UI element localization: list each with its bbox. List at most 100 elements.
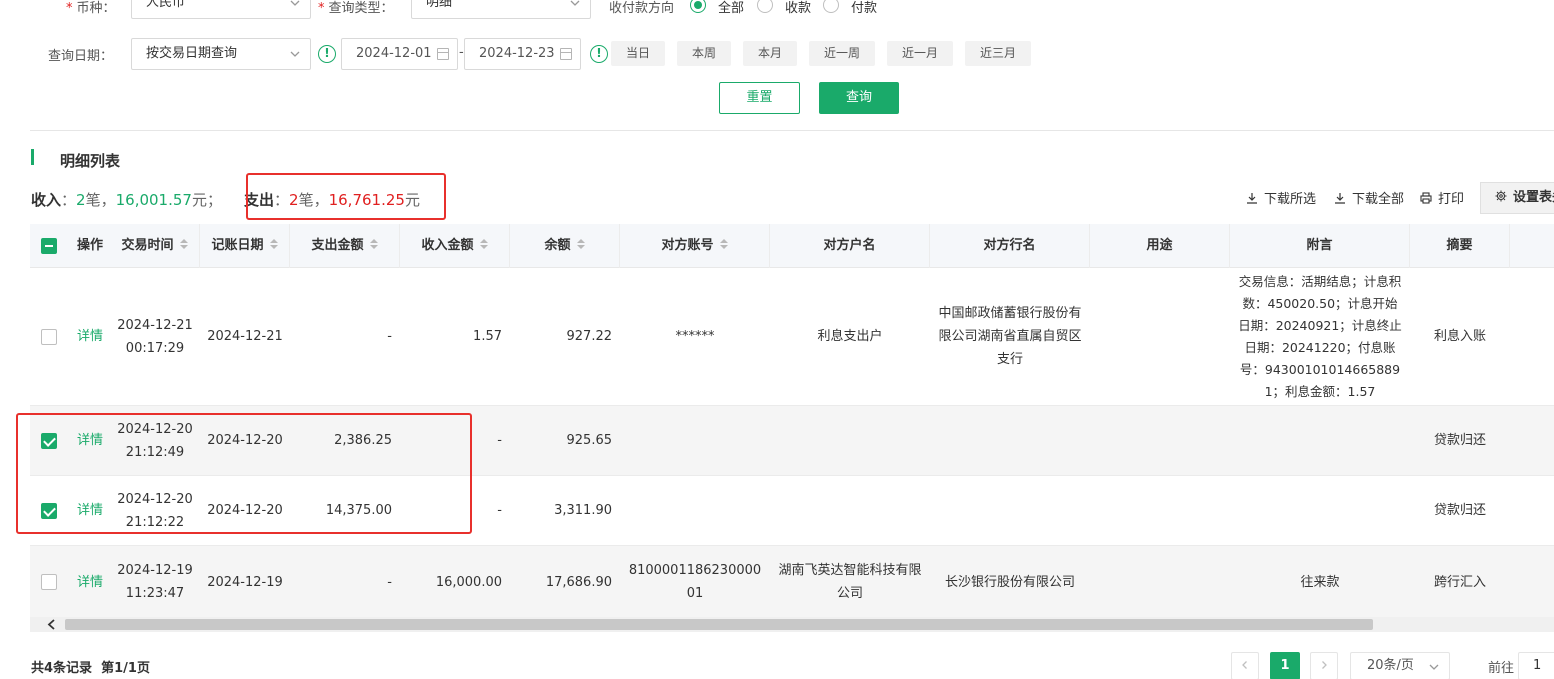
expense-count: 2: [289, 191, 299, 209]
divider: [30, 130, 1554, 131]
cell-book-date: 2024-12-19: [207, 574, 283, 590]
date-mode-select-value: 按交易日期查询: [146, 46, 238, 61]
detail-link[interactable]: 详情: [77, 325, 103, 348]
section-title: 明细列表: [60, 152, 121, 170]
date-mode-select[interactable]: 按交易日期查询: [131, 38, 311, 70]
currency-select-value: 人民币: [146, 0, 186, 10]
quick-range-month[interactable]: 本月: [743, 41, 797, 66]
cell-account-name: 利息支出户: [817, 329, 883, 344]
date-end-input[interactable]: 2024-12-23: [464, 38, 581, 70]
cell-account-name: [770, 476, 930, 545]
row-select-cell: [30, 476, 70, 545]
cell-balance: 3,311.90: [554, 503, 612, 518]
header-expense[interactable]: 支出金额: [290, 224, 400, 268]
header-label: 余额: [544, 238, 571, 253]
page-number-current[interactable]: 1: [1270, 652, 1300, 679]
print-button[interactable]: 打印: [1420, 188, 1464, 207]
income-amount: 16,001.57: [115, 191, 192, 209]
chevron-left-icon[interactable]: [44, 617, 60, 632]
download-all-label: 下载全部: [1352, 192, 1405, 207]
table-header: 操作 交易时间 记账日期 支出金额 收入金额 余额 对方账号 对方户名 对方行名…: [30, 224, 1554, 268]
select-all-checkbox[interactable]: [41, 238, 57, 254]
reset-button[interactable]: 重置: [719, 82, 800, 114]
printer-icon: [1420, 192, 1432, 204]
detail-link[interactable]: 详情: [77, 429, 103, 452]
detail-link[interactable]: 详情: [77, 571, 103, 594]
direction-option-income[interactable]: 收款: [785, 0, 811, 16]
settings-button[interactable]: 设置表头: [1480, 182, 1554, 214]
cell-account-name: [770, 406, 930, 475]
header-income[interactable]: 收入金额: [400, 224, 510, 268]
section-accent-bar: [31, 149, 34, 165]
cell-purpose: [1090, 406, 1230, 475]
page-size-select[interactable]: 20条/页: [1350, 652, 1450, 679]
cell-expense: -: [387, 329, 392, 344]
download-all-button[interactable]: 下载全部: [1334, 188, 1404, 207]
cell-time: 2024-12-19 11:23:47: [117, 563, 193, 601]
detail-link[interactable]: 详情: [77, 499, 103, 522]
row-checkbox[interactable]: [41, 433, 57, 449]
cell-account: 810000118623000001: [628, 563, 762, 601]
quick-range-week[interactable]: 本周: [677, 41, 731, 66]
table-row: 详情 2024-12-21 00:17:29 2024-12-21 - 1.57…: [30, 268, 1554, 406]
quick-range-today[interactable]: 当日: [611, 41, 665, 66]
header-transaction-time[interactable]: 交易时间: [110, 224, 200, 268]
direction-option-all[interactable]: 全部: [718, 0, 744, 16]
cell-account: [620, 406, 770, 475]
cell-remark: [1230, 476, 1410, 545]
header-book-date[interactable]: 记账日期: [200, 224, 290, 268]
download-selected-button[interactable]: 下载所选: [1246, 188, 1316, 207]
header-label: 对方账号: [661, 238, 714, 253]
goto-page-input[interactable]: 1: [1518, 652, 1554, 679]
date-start-value: 2024-12-01: [356, 46, 432, 61]
query-type-label: * 查询类型：: [318, 1, 394, 16]
date-separator: -: [459, 45, 464, 60]
cell-action: 详情: [70, 546, 110, 618]
quick-range-last-week[interactable]: 近一周: [809, 41, 875, 66]
print-label: 打印: [1438, 192, 1465, 207]
direction-label: 收付款方向: [609, 1, 675, 16]
row-checkbox[interactable]: [41, 503, 57, 519]
sort-icon: [576, 239, 585, 250]
direction-option-expense[interactable]: 付款: [851, 0, 877, 16]
income-count: 2: [76, 191, 86, 209]
header-summary: 摘要: [1410, 224, 1510, 268]
chevron-right-icon: [1322, 661, 1327, 669]
prev-page-button[interactable]: [1231, 652, 1259, 679]
cell-action: 详情: [70, 406, 110, 475]
horizontal-scrollbar[interactable]: [30, 617, 1554, 632]
settings-label: 设置表头: [1513, 190, 1554, 205]
header-balance[interactable]: 余额: [510, 224, 620, 268]
info-icon: !: [590, 45, 608, 63]
row-checkbox[interactable]: [41, 329, 57, 345]
direction-radio-expense[interactable]: [823, 0, 839, 13]
direction-radio-income[interactable]: [757, 0, 773, 13]
direction-radio-all[interactable]: [690, 0, 706, 13]
download-icon: [1247, 193, 1257, 204]
cell-income: -: [497, 503, 502, 518]
quick-range-last-month[interactable]: 近一月: [887, 41, 953, 66]
count-unit: 笔: [298, 191, 314, 209]
page-info: 第1/1页: [101, 661, 150, 676]
row-select-cell: [30, 546, 70, 618]
cell-purpose: [1090, 268, 1230, 405]
next-page-button[interactable]: [1310, 652, 1338, 679]
quick-range-last-3-months[interactable]: 近三月: [965, 41, 1031, 66]
chevron-down-icon: [570, 0, 580, 6]
cell-balance: 17,686.90: [545, 574, 612, 590]
query-type-select[interactable]: 明细: [411, 0, 591, 19]
page-size-value: 20条/页: [1367, 658, 1414, 673]
scrollbar-thumb[interactable]: [65, 619, 1373, 630]
header-account[interactable]: 对方账号: [620, 224, 770, 268]
query-button[interactable]: 查询: [819, 82, 899, 114]
currency-select[interactable]: 人民币: [131, 0, 311, 19]
summary-line: 收入：2笔，16,001.57元； 支出：2笔，16,761.25元: [31, 191, 420, 209]
row-select-cell: [30, 406, 70, 475]
download-selected-label: 下载所选: [1264, 192, 1317, 207]
row-checkbox[interactable]: [41, 574, 57, 590]
cell-action: 详情: [70, 268, 110, 405]
cell-account: [620, 476, 770, 545]
date-label: 查询日期：: [48, 49, 114, 64]
date-start-input[interactable]: 2024-12-01: [341, 38, 458, 70]
download-icon: [1335, 193, 1345, 204]
